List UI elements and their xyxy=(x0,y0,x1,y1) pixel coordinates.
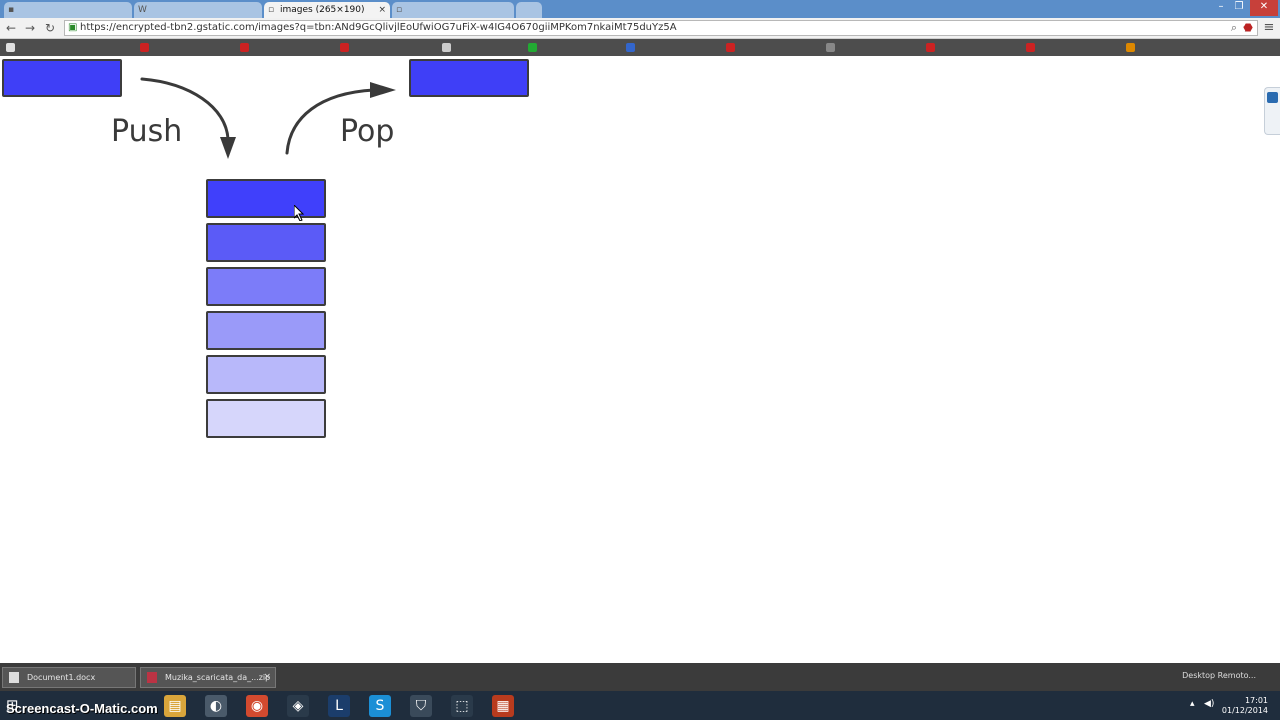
stack-block xyxy=(206,267,326,306)
stack-block xyxy=(206,179,326,218)
stack-block xyxy=(206,223,326,262)
push-arrowhead xyxy=(220,137,236,159)
arrows-svg xyxy=(140,77,396,159)
lock-icon: ▣ xyxy=(68,22,78,33)
mouse-cursor-icon xyxy=(294,205,305,221)
maximize-button[interactable]: ❐ xyxy=(1230,0,1248,16)
menu-icon[interactable]: ≡ xyxy=(1262,21,1276,35)
browser-tab[interactable]: ▪ xyxy=(4,2,132,18)
bookmark-favicon-icon xyxy=(1126,43,1135,52)
address-bar[interactable]: ▣ https://encrypted-tbn2.gstatic.com/ima… xyxy=(64,20,1258,36)
bookmark-item[interactable] xyxy=(442,41,534,54)
security-icon[interactable]: ⛉ xyxy=(410,695,432,717)
page-icon: ▫ xyxy=(268,5,275,15)
archive-icon xyxy=(147,672,157,683)
adblock-icon[interactable]: ⬣ xyxy=(1241,21,1255,35)
bookmark-item[interactable] xyxy=(726,41,830,54)
extension-icon xyxy=(1267,92,1278,103)
browser-tab[interactable]: ▫ xyxy=(392,2,514,18)
stack-block xyxy=(206,399,326,438)
pop-arrowhead xyxy=(370,82,396,98)
bookmark-item[interactable] xyxy=(1026,41,1130,54)
globe-icon xyxy=(626,43,635,52)
page-icon: ▫ xyxy=(396,5,403,15)
media-icon[interactable]: ◐ xyxy=(205,695,227,717)
chrome-icon[interactable]: ◉ xyxy=(246,695,268,717)
side-extension-widget[interactable] xyxy=(1264,87,1280,135)
youtube-icon xyxy=(340,43,349,52)
folder-icon[interactable]: ▤ xyxy=(164,695,186,717)
youtube-icon xyxy=(240,43,249,52)
url-text: https://encrypted-tbn2.gstatic.com/image… xyxy=(80,22,677,33)
close-tab-icon[interactable]: × xyxy=(378,2,386,18)
league-icon[interactable]: L xyxy=(328,695,350,717)
bookmark-item[interactable] xyxy=(240,41,344,54)
tab-strip: ▪ W ▫ images (265×190) × ▫ – ❐ ✕ xyxy=(0,0,1280,18)
bookmark-favicon-icon xyxy=(442,43,451,52)
back-button[interactable]: ← xyxy=(3,20,19,36)
pop-arrow xyxy=(285,88,376,155)
watermark-text: Screencast-O-Matic.com xyxy=(6,701,158,716)
browser-tab[interactable]: W xyxy=(134,2,262,18)
clock-date: 01/12/2014 xyxy=(1221,706,1268,715)
close-window-button[interactable]: ✕ xyxy=(1250,0,1278,16)
stack-block xyxy=(206,355,326,394)
open-windows-bar: Document1.docx Muzika_scaricata_da_...zi… xyxy=(0,663,1280,691)
office-icon[interactable]: ▦ xyxy=(492,695,514,717)
page-icon: ▪ xyxy=(8,5,15,15)
youtube-icon xyxy=(140,43,149,52)
bookmark-item[interactable] xyxy=(826,41,930,54)
zoom-icon[interactable]: ⌕ xyxy=(1231,21,1237,35)
bookmark-item[interactable] xyxy=(626,41,730,54)
system-clock[interactable]: 17:01 01/12/2014 xyxy=(1218,696,1268,716)
bookmark-item[interactable] xyxy=(1126,41,1230,54)
bookmark-item[interactable] xyxy=(340,41,444,54)
bookmarks-bar xyxy=(0,39,1280,56)
wikipedia-icon: W xyxy=(138,5,147,15)
taskbar-window-document[interactable]: Document1.docx xyxy=(2,667,136,688)
stack-block xyxy=(206,311,326,350)
browser-toolbar: ← → ↻ ▣ https://encrypted-tbn2.gstatic.c… xyxy=(0,18,1280,39)
push-arrow xyxy=(140,77,230,141)
block-icon xyxy=(1026,43,1035,52)
tab-title: images (265×190) xyxy=(280,5,365,15)
bookmark-item[interactable] xyxy=(528,41,632,54)
unity-icon[interactable]: ◈ xyxy=(287,695,309,717)
minimize-button[interactable]: – xyxy=(1212,0,1230,16)
window-label: Document1.docx xyxy=(27,673,96,682)
bookmark-item[interactable] xyxy=(140,41,244,54)
clock-time: 17:01 xyxy=(1244,696,1268,705)
play-icon xyxy=(528,43,537,52)
bookmark-item[interactable] xyxy=(6,41,138,54)
skype-icon[interactable]: S xyxy=(369,695,391,717)
tray-expand-icon[interactable]: ▴ xyxy=(1190,699,1195,709)
youtube-icon xyxy=(726,43,735,52)
close-icon[interactable]: × xyxy=(263,668,271,687)
windows-taskbar: ⊞ Screencast-O-Matic.com ▤ ◐ ◉ ◈ L S ⛉ ⬚ ▦ ▴ ◀) … xyxy=(0,691,1280,720)
bookmark-item[interactable] xyxy=(926,41,1030,54)
taskbar-window-zip[interactable]: Muzika_scaricata_da_...zip × xyxy=(140,667,276,688)
bookmark-favicon-icon xyxy=(826,43,835,52)
new-tab-button[interactable] xyxy=(516,2,542,18)
youtube-icon xyxy=(926,43,935,52)
reload-button[interactable]: ↻ xyxy=(42,20,58,36)
browser-tab-active[interactable]: ▫ images (265×190) × xyxy=(264,2,390,18)
forward-button[interactable]: → xyxy=(22,20,38,36)
document-icon xyxy=(9,672,19,683)
bookmark-favicon-icon xyxy=(6,43,15,52)
volume-icon[interactable]: ◀) xyxy=(1204,699,1214,709)
snip-icon[interactable]: ⬚ xyxy=(451,695,473,717)
window-label: Muzika_scaricata_da_...zip xyxy=(165,673,271,682)
image-viewport: Push Pop xyxy=(0,57,1280,663)
remote-desktop-label[interactable]: Desktop Remoto... xyxy=(1182,671,1256,680)
